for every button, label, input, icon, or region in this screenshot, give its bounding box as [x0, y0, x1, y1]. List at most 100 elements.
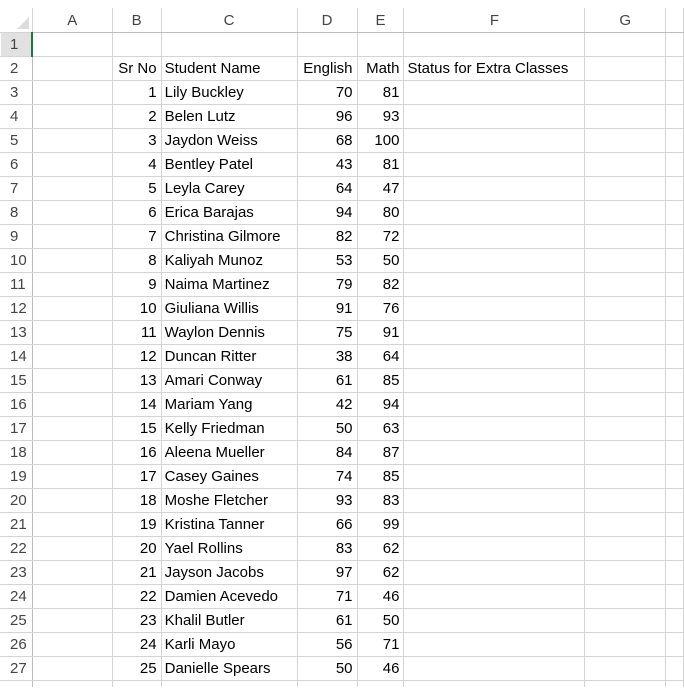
- sr-no-cell[interactable]: 12: [111, 344, 162, 369]
- sr-no-cell[interactable]: 25: [111, 656, 162, 681]
- student-name-cell[interactable]: Kaliyah Munoz: [160, 248, 298, 273]
- math-score-cell[interactable]: 63: [356, 416, 405, 441]
- cell-g1[interactable]: [584, 32, 667, 57]
- math-header-cell[interactable]: Math: [356, 56, 405, 81]
- math-score-cell[interactable]: 94: [356, 392, 405, 417]
- sr-no-cell[interactable]: 8: [111, 248, 162, 273]
- cell-a[interactable]: [31, 152, 113, 177]
- student-name-cell[interactable]: Damien Acevedo: [160, 584, 298, 609]
- cell-h[interactable]: [665, 104, 684, 129]
- cell-h[interactable]: [665, 392, 684, 417]
- sr-no-cell[interactable]: 23: [111, 608, 162, 633]
- row-header[interactable]: 14: [0, 344, 33, 369]
- cell-partial[interactable]: [296, 680, 358, 688]
- cell-g[interactable]: [584, 512, 667, 537]
- student-name-cell[interactable]: Yael Rollins: [160, 536, 298, 561]
- math-score-cell[interactable]: 80: [356, 200, 405, 225]
- cell-partial[interactable]: [403, 680, 586, 688]
- cell-g[interactable]: [584, 296, 667, 321]
- english-score-cell[interactable]: 43: [296, 152, 358, 177]
- cell-a[interactable]: [31, 320, 113, 345]
- column-header-b[interactable]: B: [111, 8, 162, 33]
- student-name-cell[interactable]: Lily Buckley: [160, 80, 298, 105]
- status-cell[interactable]: [403, 152, 586, 177]
- english-score-cell[interactable]: 74: [296, 464, 358, 489]
- row-header[interactable]: 15: [0, 368, 33, 393]
- cell-h[interactable]: [665, 440, 684, 465]
- math-score-cell[interactable]: 50: [356, 608, 405, 633]
- column-header-a[interactable]: A: [31, 8, 113, 33]
- cell-partial[interactable]: [584, 680, 667, 688]
- sr-no-cell[interactable]: 21: [111, 560, 162, 585]
- english-score-cell[interactable]: 68: [296, 128, 358, 153]
- cell-g[interactable]: [584, 368, 667, 393]
- student-name-header-cell[interactable]: Student Name: [160, 56, 298, 81]
- english-score-cell[interactable]: 50: [296, 656, 358, 681]
- english-score-cell[interactable]: 61: [296, 608, 358, 633]
- sr-no-cell[interactable]: 22: [111, 584, 162, 609]
- english-score-cell[interactable]: 66: [296, 512, 358, 537]
- cell-a[interactable]: [31, 416, 113, 441]
- cell-g[interactable]: [584, 488, 667, 513]
- row-header-2[interactable]: 2: [0, 56, 33, 81]
- status-cell[interactable]: [403, 272, 586, 297]
- math-score-cell[interactable]: 82: [356, 272, 405, 297]
- row-header[interactable]: 17: [0, 416, 33, 441]
- cell-a[interactable]: [31, 584, 113, 609]
- math-score-cell[interactable]: 64: [356, 344, 405, 369]
- math-score-cell[interactable]: 99: [356, 512, 405, 537]
- math-score-cell[interactable]: 85: [356, 368, 405, 393]
- cell-d1[interactable]: [296, 32, 358, 57]
- row-header[interactable]: 7: [0, 176, 33, 201]
- student-name-cell[interactable]: Duncan Ritter: [160, 344, 298, 369]
- cell-partial[interactable]: [31, 680, 113, 688]
- math-score-cell[interactable]: 81: [356, 80, 405, 105]
- row-header[interactable]: 26: [0, 632, 33, 657]
- english-score-cell[interactable]: 83: [296, 536, 358, 561]
- student-name-cell[interactable]: Belen Lutz: [160, 104, 298, 129]
- status-cell[interactable]: [403, 248, 586, 273]
- cell-h[interactable]: [665, 320, 684, 345]
- cell-h[interactable]: [665, 128, 684, 153]
- student-name-cell[interactable]: Jayson Jacobs: [160, 560, 298, 585]
- math-score-cell[interactable]: 71: [356, 632, 405, 657]
- cell-a[interactable]: [31, 176, 113, 201]
- student-name-cell[interactable]: Mariam Yang: [160, 392, 298, 417]
- sr-no-header-cell[interactable]: Sr No: [111, 56, 162, 81]
- english-header-cell[interactable]: English: [296, 56, 358, 81]
- row-header[interactable]: 6: [0, 152, 33, 177]
- student-name-cell[interactable]: Leyla Carey: [160, 176, 298, 201]
- sr-no-cell[interactable]: 10: [111, 296, 162, 321]
- row-header[interactable]: 5: [0, 128, 33, 153]
- english-score-cell[interactable]: 96: [296, 104, 358, 129]
- student-name-cell[interactable]: Bentley Patel: [160, 152, 298, 177]
- english-score-cell[interactable]: 93: [296, 488, 358, 513]
- cell-b1[interactable]: [111, 32, 162, 57]
- row-header[interactable]: 8: [0, 200, 33, 225]
- status-cell[interactable]: [403, 104, 586, 129]
- status-cell[interactable]: [403, 176, 586, 201]
- math-score-cell[interactable]: 46: [356, 656, 405, 681]
- math-score-cell[interactable]: 72: [356, 224, 405, 249]
- cell-h[interactable]: [665, 464, 684, 489]
- student-name-cell[interactable]: Erica Barajas: [160, 200, 298, 225]
- status-cell[interactable]: [403, 656, 586, 681]
- cell-a[interactable]: [31, 272, 113, 297]
- cell-g[interactable]: [584, 392, 667, 417]
- cell-g[interactable]: [584, 320, 667, 345]
- english-score-cell[interactable]: 71: [296, 584, 358, 609]
- math-score-cell[interactable]: 62: [356, 560, 405, 585]
- cell-h[interactable]: [665, 656, 684, 681]
- status-cell[interactable]: [403, 224, 586, 249]
- cell-a[interactable]: [31, 512, 113, 537]
- english-score-cell[interactable]: 42: [296, 392, 358, 417]
- column-header-g[interactable]: G: [584, 8, 667, 33]
- math-score-cell[interactable]: 100: [356, 128, 405, 153]
- cell-g[interactable]: [584, 536, 667, 561]
- row-header[interactable]: 16: [0, 392, 33, 417]
- status-cell[interactable]: [403, 296, 586, 321]
- cell-a[interactable]: [31, 392, 113, 417]
- cell-a[interactable]: [31, 200, 113, 225]
- row-header[interactable]: 11: [0, 272, 33, 297]
- cell-h2[interactable]: [665, 56, 684, 81]
